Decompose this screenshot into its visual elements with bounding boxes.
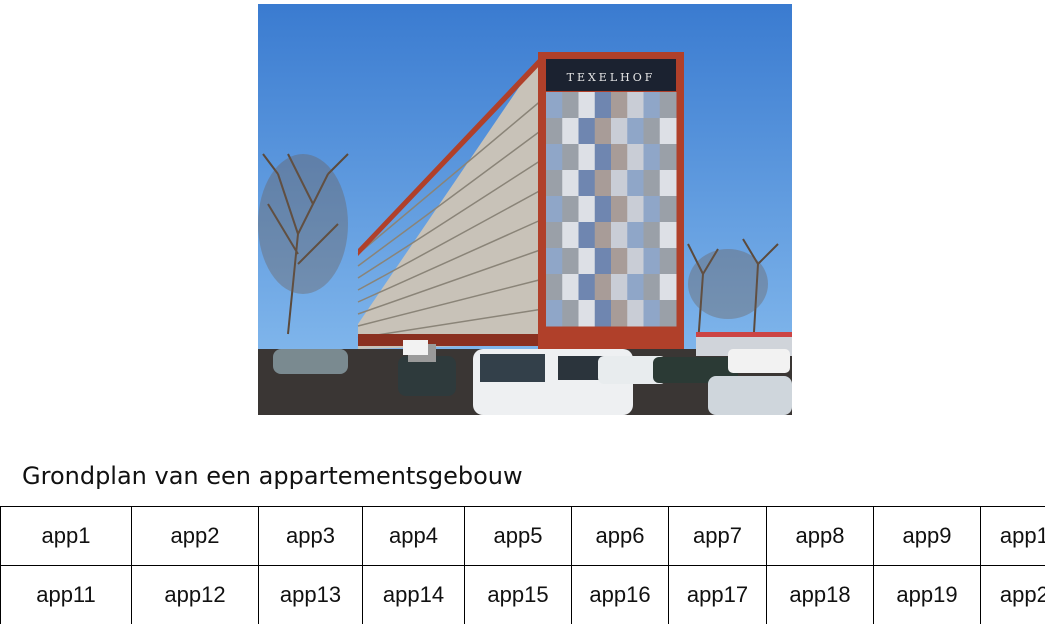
apartment-cell: app2	[131, 506, 259, 566]
apartment-cell: app4	[362, 506, 465, 566]
apartment-cell: app8	[766, 506, 874, 566]
apartment-cell: app7	[668, 506, 767, 566]
apartment-cell: app12	[131, 565, 259, 624]
apartment-cell: app13	[258, 565, 363, 624]
page-heading: Grondplan van een appartementsgebouw	[22, 462, 523, 490]
apartment-cell: app10	[980, 506, 1045, 566]
apartment-cell: app6	[571, 506, 669, 566]
building-photo: TEXELHOF	[258, 4, 792, 415]
apartment-cell: app17	[668, 565, 767, 624]
apartment-cell: app1	[0, 506, 132, 566]
apartment-cell: app14	[362, 565, 465, 624]
floorplan-row: app11 app12 app13 app14 app15 app16 app1…	[0, 565, 1045, 624]
apartment-cell: app9	[873, 506, 981, 566]
apartment-cell: app18	[766, 565, 874, 624]
apartment-cell: app16	[571, 565, 669, 624]
apartment-cell: app3	[258, 506, 363, 566]
floorplan-row: app1 app2 app3 app4 app5 app6 app7 app8 …	[0, 506, 1045, 566]
floorplan-table: app1 app2 app3 app4 app5 app6 app7 app8 …	[0, 506, 1045, 624]
apartment-cell: app20	[980, 565, 1045, 624]
apartment-cell: app15	[464, 565, 572, 624]
apartment-cell: app19	[873, 565, 981, 624]
apartment-cell: app11	[0, 565, 132, 624]
building-sign-text: TEXELHOF	[567, 71, 656, 84]
apartment-cell: app5	[464, 506, 572, 566]
